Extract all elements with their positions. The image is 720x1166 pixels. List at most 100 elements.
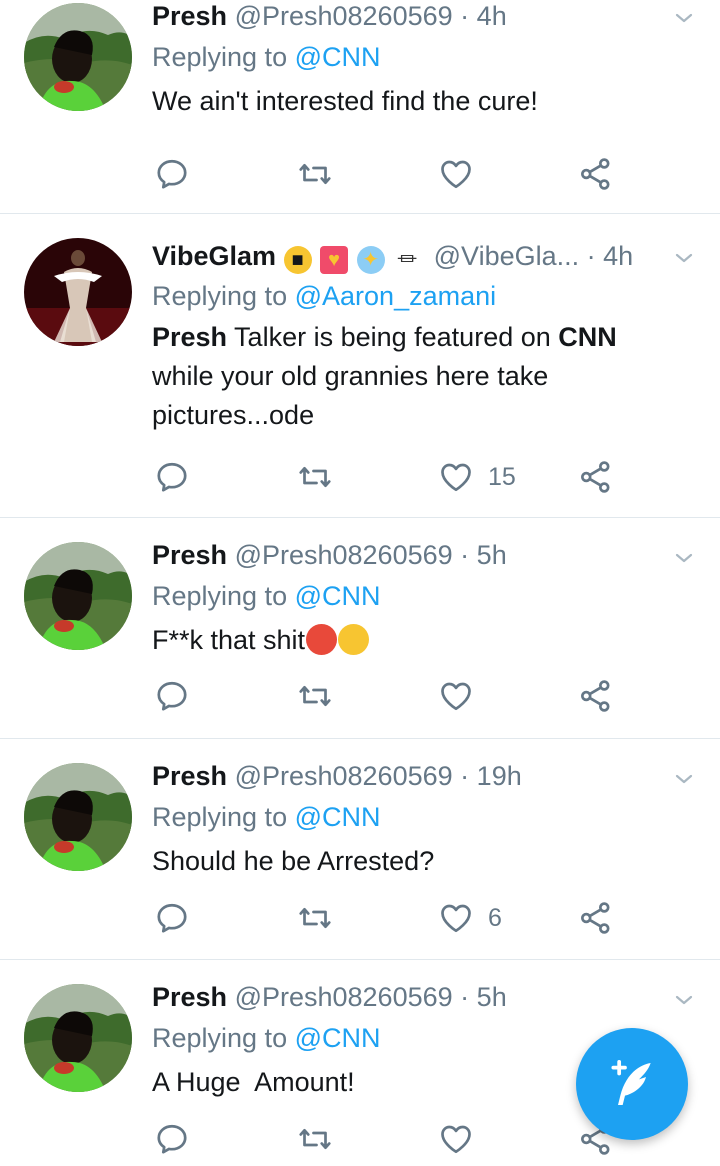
- mention-link[interactable]: @CNN: [295, 42, 381, 72]
- separator-dot: ·: [460, 1, 470, 31]
- share-icon: [578, 900, 614, 936]
- avatar[interactable]: [24, 238, 132, 346]
- crying-face-emoji: [338, 624, 370, 655]
- tweet-text-content: Talker is being featured on: [227, 322, 559, 352]
- timestamp: 4h: [603, 241, 634, 271]
- reply-icon: [154, 678, 190, 714]
- replying-to-label: Replying to: [152, 42, 288, 72]
- chevron-down-icon[interactable]: [672, 988, 696, 1012]
- reply-icon: [154, 156, 190, 192]
- timestamp: 19h: [476, 761, 522, 791]
- retweet-button[interactable]: [297, 1119, 347, 1159]
- user-handle[interactable]: @Presh08260569: [235, 982, 453, 1012]
- tweet-item[interactable]: Presh @Presh08260569 · 4h Replying to @C…: [0, 0, 720, 214]
- share-icon: [578, 156, 614, 192]
- chevron-down-icon[interactable]: [672, 6, 696, 30]
- bold-text[interactable]: CNN: [558, 322, 617, 352]
- reply-button[interactable]: [154, 898, 204, 938]
- tweet-header: Presh @Presh08260569 · 4h: [152, 0, 660, 34]
- share-button[interactable]: [578, 676, 614, 716]
- user-handle[interactable]: @Presh08260569: [235, 761, 453, 791]
- tweet-item[interactable]: Presh @Presh08260569 · 19h Replying to @…: [0, 739, 720, 960]
- retweet-icon: [297, 156, 333, 192]
- tweet-header: VibeGlam ■ ♥ ✦ ⏛ @VibeGla... · 4h: [152, 238, 660, 274]
- retweet-button[interactable]: [297, 457, 347, 497]
- sparkle-emoji: ✦: [356, 245, 385, 274]
- retweet-button[interactable]: [297, 154, 347, 194]
- like-button[interactable]: [438, 676, 488, 716]
- replying-to: Replying to @CNN: [152, 578, 381, 614]
- heart-icon: [438, 900, 474, 936]
- replying-to-label: Replying to: [152, 802, 288, 832]
- reply-icon: [154, 900, 190, 936]
- angry-face-emoji: [306, 624, 338, 655]
- display-name[interactable]: Presh: [152, 761, 227, 791]
- like-button[interactable]: [438, 1119, 488, 1159]
- name-emojis: ■ ♥ ✦ ⏛: [283, 240, 423, 274]
- action-bar: 6: [152, 898, 632, 938]
- avatar[interactable]: [24, 542, 132, 650]
- plug-emoji: ⏛: [397, 248, 418, 271]
- like-count: 6: [488, 903, 502, 932]
- compose-tweet-button[interactable]: [576, 1028, 688, 1140]
- heart-icon: [438, 678, 474, 714]
- retweet-button[interactable]: [297, 676, 347, 716]
- reply-button[interactable]: [154, 457, 204, 497]
- tweet-item[interactable]: VibeGlam ■ ♥ ✦ ⏛ @VibeGla... · 4h Replyi…: [0, 214, 720, 518]
- display-name[interactable]: Presh: [152, 982, 227, 1012]
- replying-to-label: Replying to: [152, 281, 288, 311]
- avatar[interactable]: [24, 984, 132, 1092]
- timestamp: 5h: [476, 982, 507, 1012]
- reply-feed: Presh @Presh08260569 · 4h Replying to @C…: [0, 0, 720, 1166]
- tweet-text-content: A Huge Amount!: [152, 1067, 355, 1097]
- like-button[interactable]: [438, 154, 488, 194]
- retweet-icon: [297, 459, 333, 495]
- share-icon: [578, 678, 614, 714]
- mention-link[interactable]: @CNN: [295, 1023, 381, 1053]
- user-handle[interactable]: @Presh08260569: [235, 1, 453, 31]
- tweet-item[interactable]: Presh @Presh08260569 · 5h Replying to @C…: [0, 518, 720, 739]
- mention-link[interactable]: @CNN: [295, 581, 381, 611]
- mention-link[interactable]: @Aaron_zamani: [295, 281, 497, 311]
- timestamp: 5h: [476, 540, 507, 570]
- like-button[interactable]: 15: [438, 457, 516, 497]
- mention-link[interactable]: @CNN: [295, 802, 381, 832]
- retweet-button[interactable]: [297, 898, 347, 938]
- share-button[interactable]: [578, 154, 614, 194]
- tweet-text: Should he be Arrested?: [152, 842, 680, 881]
- avatar[interactable]: [24, 763, 132, 871]
- avatar[interactable]: [24, 3, 132, 111]
- replying-to: Replying to @CNN: [152, 1020, 381, 1056]
- tweet-text-content: We ain't interested find the cure!: [152, 86, 538, 116]
- timestamp: 4h: [476, 1, 507, 31]
- like-button[interactable]: 6: [438, 898, 502, 938]
- action-bar: [152, 1119, 632, 1159]
- share-button[interactable]: [578, 898, 614, 938]
- reply-icon: [154, 459, 190, 495]
- share-button[interactable]: [578, 457, 614, 497]
- retweet-icon: [297, 678, 333, 714]
- reply-button[interactable]: [154, 1119, 204, 1159]
- chevron-down-icon[interactable]: [672, 546, 696, 570]
- reply-button[interactable]: [154, 676, 204, 716]
- display-name[interactable]: Presh: [152, 1, 227, 31]
- tweet-header: Presh @Presh08260569 · 5h: [152, 979, 660, 1015]
- heart-icon: [438, 459, 474, 495]
- retweet-icon: [297, 900, 333, 936]
- heart-icon: [438, 1121, 474, 1157]
- tweet-text-content: F**k that shit: [152, 625, 306, 655]
- reply-button[interactable]: [154, 154, 204, 194]
- separator-dot: ·: [460, 982, 470, 1012]
- display-name[interactable]: Presh: [152, 540, 227, 570]
- user-handle[interactable]: @VibeGla...: [434, 241, 579, 271]
- share-icon: [578, 459, 614, 495]
- like-count: 15: [488, 462, 516, 491]
- chevron-down-icon[interactable]: [672, 246, 696, 270]
- chevron-down-icon[interactable]: [672, 767, 696, 791]
- bold-text[interactable]: Presh: [152, 322, 227, 352]
- user-handle[interactable]: @Presh08260569: [235, 540, 453, 570]
- separator-dot: ·: [460, 761, 470, 791]
- replying-to: Replying to @CNN: [152, 799, 381, 835]
- display-name[interactable]: VibeGlam: [152, 241, 276, 271]
- tweet-text: F**k that shit: [152, 621, 680, 660]
